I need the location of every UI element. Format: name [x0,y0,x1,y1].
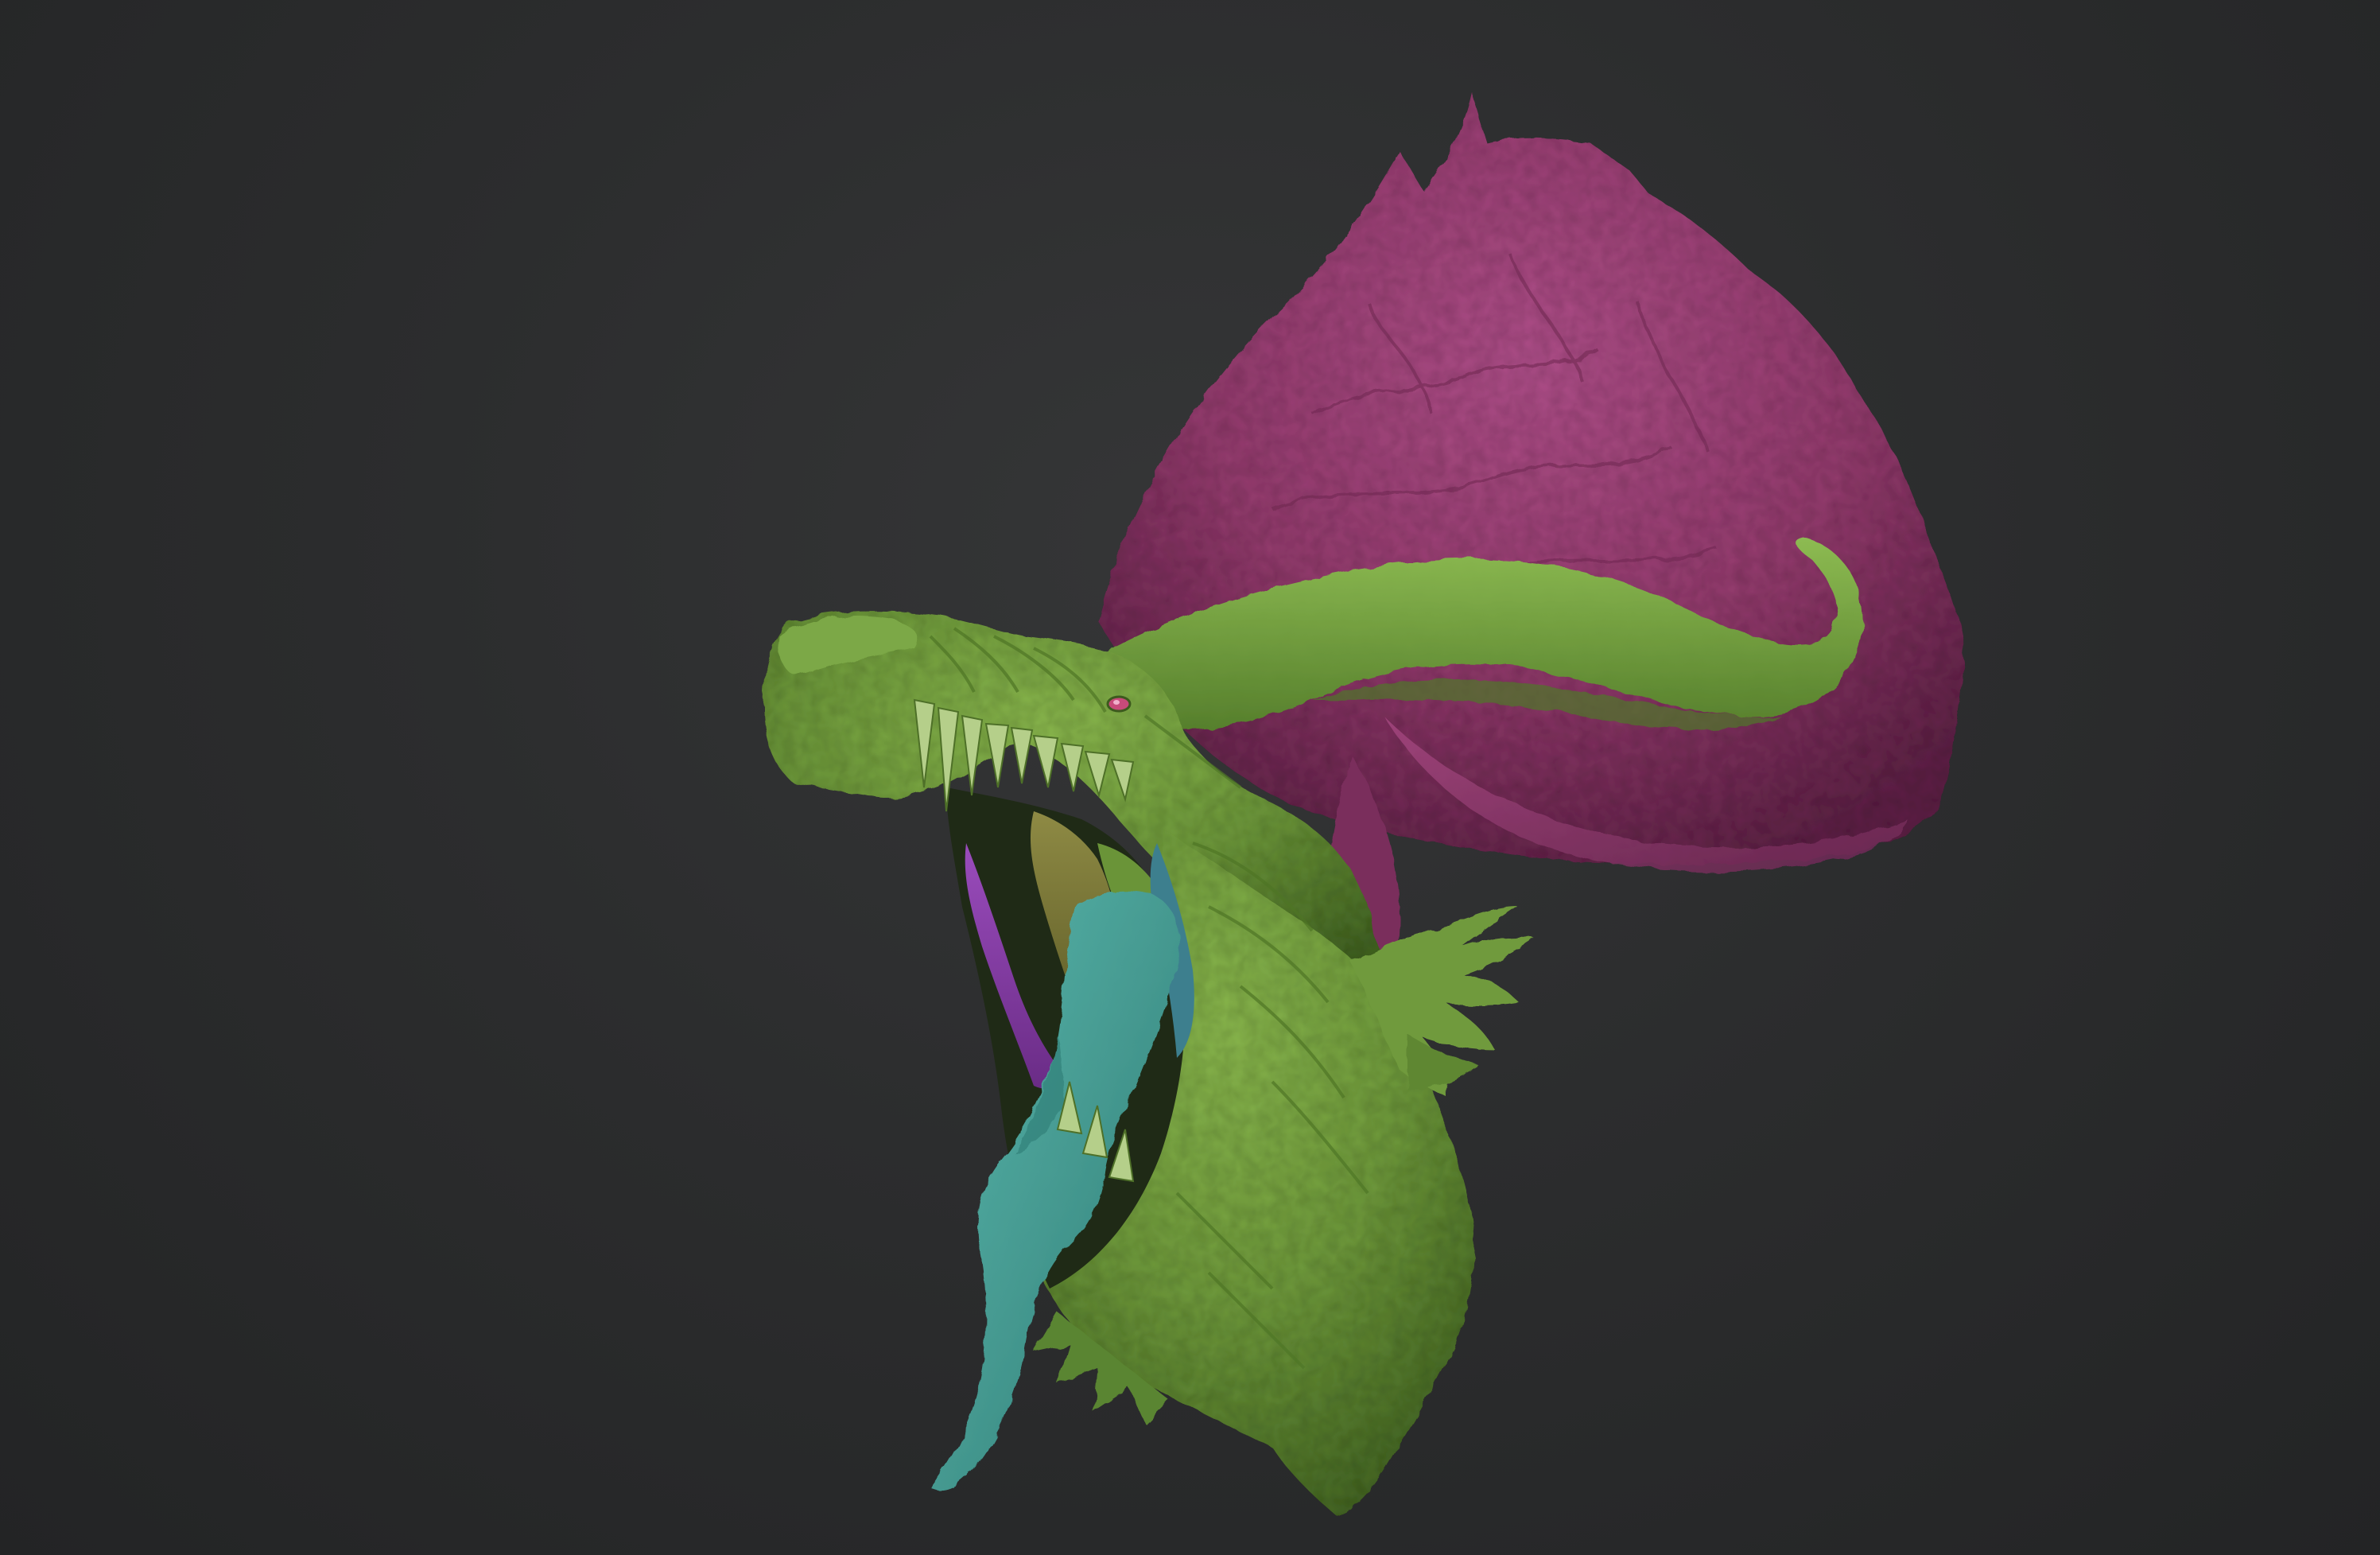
eye [1106,695,1132,713]
creature-render [763,91,1964,1515]
3d-viewport[interactable] [0,0,2380,1555]
